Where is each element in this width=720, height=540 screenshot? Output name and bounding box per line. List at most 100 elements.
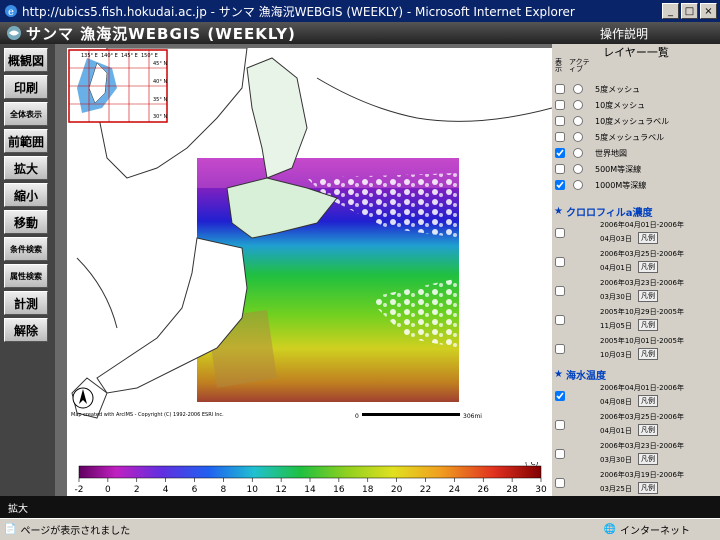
colorbar-tick-label: 0 [105, 485, 111, 495]
layer-row: 10度メッシュラベル [552, 114, 720, 128]
layer-row: 500M等深線 [552, 162, 720, 176]
layer-active-radio[interactable] [573, 116, 583, 126]
legend-button[interactable]: 凡例 [638, 424, 658, 436]
page-loaded-icon: 📄 [4, 524, 17, 535]
colorbar-tick-label: 10 [247, 485, 259, 495]
browser-statusbar: 📄 ページが表示されました 🌐 インターネット [0, 518, 720, 540]
layer-visible-checkbox[interactable] [555, 116, 565, 126]
layer-active-radio[interactable] [573, 148, 583, 158]
chlorophyll-checkbox[interactable] [555, 344, 565, 354]
overview-inset[interactable]: 135° E 140° E 145° E 150° E 45° N 40° N … [68, 49, 168, 123]
map-panel: 135° E 140° E 145° E 150° E 45° N 40° N … [55, 44, 552, 496]
overview-lat-label: 45° N [153, 61, 167, 67]
scale-end-label: 306mi [463, 413, 482, 420]
chlorophyll-checkbox[interactable] [555, 286, 565, 296]
layer-visible-checkbox[interactable] [555, 132, 565, 142]
layer-active-radio[interactable] [573, 180, 583, 190]
legend-button[interactable]: 凡例 [638, 290, 658, 302]
date-range-line1: 2006年03月25日-2006年 [600, 413, 684, 421]
measure-button[interactable]: 計測 [4, 291, 48, 315]
layer-visible-checkbox[interactable] [555, 100, 565, 110]
legend-button[interactable]: 凡例 [638, 348, 658, 360]
zoom-in-button[interactable]: 拡大 [4, 156, 48, 180]
fish-logo-icon [7, 26, 21, 40]
date-range-line2: 04月01日 [600, 427, 632, 435]
sst-item: 2006年03月25日-2006年 04月01日 凡例 [552, 412, 720, 439]
overview-lon-label: 135° E [81, 53, 98, 59]
layer-visible-checkbox[interactable] [555, 148, 565, 158]
legend-button[interactable]: 凡例 [638, 482, 658, 494]
clear-button[interactable]: 解除 [4, 318, 48, 342]
overview-lon-label: 140° E [101, 53, 118, 59]
current-tool-label: 拡大 [8, 504, 28, 515]
legend-button[interactable]: 凡例 [638, 319, 658, 331]
layer-visible-checkbox[interactable] [555, 84, 565, 94]
date-range-line1: 2005年10月01日-2005年 [600, 337, 684, 345]
map-status-strip: 拡大 [0, 496, 720, 518]
overview-button[interactable]: 概観図 [4, 48, 48, 72]
overview-lat-label: 30° N [153, 114, 167, 120]
help-link[interactable]: 操作説明 [600, 25, 648, 42]
colorbar-unit: (℃) [525, 462, 539, 467]
layer-visible-checkbox[interactable] [555, 180, 565, 190]
print-button[interactable]: 印刷 [4, 75, 48, 99]
sst-checkbox[interactable] [555, 449, 565, 459]
layer-label: 5度メッシュ [595, 84, 641, 94]
date-range-line2: 10月03日 [600, 351, 632, 359]
app-header: サンマ 漁海況WEBGIS (WEEKLY) 操作説明 [0, 22, 720, 44]
layer-active-radio[interactable] [573, 164, 583, 174]
close-button[interactable]: × [700, 3, 717, 19]
chlorophyll-item: 2006年03月23日-2006年 03月30日 凡例 [552, 278, 720, 305]
legend-button[interactable]: 凡例 [638, 453, 658, 465]
date-range-line1: 2005年10月29日-2005年 [600, 308, 684, 316]
colorbar-tick-label: 6 [192, 485, 198, 495]
layer-active-radio[interactable] [573, 100, 583, 110]
chlorophyll-checkbox[interactable] [555, 228, 565, 238]
chlorophyll-checkbox[interactable] [555, 315, 565, 325]
minimize-button[interactable]: _ [662, 3, 679, 19]
pan-button[interactable]: 移動 [4, 210, 48, 234]
layer-panel: レイヤー一覧 表示 アクティブ 5度メッシュ 10度メッシュ 10度メッシュラベ… [552, 44, 720, 496]
date-range-line1: 2006年03月25日-2006年 [600, 250, 684, 258]
layer-active-radio[interactable] [573, 84, 583, 94]
layer-active-radio[interactable] [573, 132, 583, 142]
ie-icon: e [5, 5, 17, 18]
date-range-line2: 04月03日 [600, 235, 632, 243]
colorbar-tick-label: 18 [362, 485, 374, 495]
overview-lon-label: 150° E [141, 53, 158, 59]
sst-checkbox[interactable] [555, 478, 565, 488]
sst-checkbox[interactable] [555, 391, 565, 401]
colorbar-tick-label: -2 [75, 485, 84, 495]
layer-label: 1000M等深線 [595, 180, 647, 190]
date-range-line2: 04月01日 [600, 264, 632, 272]
layer-list-title: レイヤー一覧 [552, 44, 720, 59]
date-range-line1: 2006年03月19日-2006年 [600, 471, 684, 479]
legend-button[interactable]: 凡例 [638, 232, 658, 244]
date-range-line2: 04月08日 [600, 398, 632, 406]
colorbar-gradient [78, 465, 542, 479]
colorbar-tick-label: 28 [506, 485, 518, 495]
previous-extent-button[interactable]: 前範囲 [4, 129, 48, 153]
attribute-search-button[interactable]: 属性検索 [4, 264, 48, 288]
status-text: ページが表示されました [20, 526, 131, 537]
colorbar-tick-label: 12 [275, 485, 286, 495]
date-range-line1: 2006年03月23日-2006年 [600, 442, 684, 450]
chlorophyll-checkbox[interactable] [555, 257, 565, 267]
zoom-out-button[interactable]: 縮小 [4, 183, 48, 207]
legend-button[interactable]: 凡例 [638, 395, 658, 407]
legend-button[interactable]: 凡例 [638, 261, 658, 273]
layer-visible-checkbox[interactable] [555, 164, 565, 174]
sst-item: 2006年04月01日-2006年 04月08日 凡例 [552, 383, 720, 410]
overview-lat-label: 40° N [153, 79, 167, 85]
chlorophyll-item: 2005年10月01日-2005年 10月03日 凡例 [552, 336, 720, 363]
sst-section-title: 海水温度 [565, 370, 606, 382]
maximize-button[interactable]: □ [681, 3, 698, 19]
sst-item: 2006年03月23日-2006年 03月30日 凡例 [552, 441, 720, 468]
overview-lon-label: 145° E [121, 53, 138, 59]
full-extent-button[interactable]: 全体表示 [4, 102, 48, 126]
map-view[interactable]: 135° E 140° E 145° E 150° E 45° N 40° N … [67, 48, 552, 462]
sst-checkbox[interactable] [555, 420, 565, 430]
colorbar-tick-label: 24 [449, 485, 461, 495]
condition-search-button[interactable]: 条件検索 [4, 237, 48, 261]
layer-label: 500M等深線 [595, 164, 642, 174]
